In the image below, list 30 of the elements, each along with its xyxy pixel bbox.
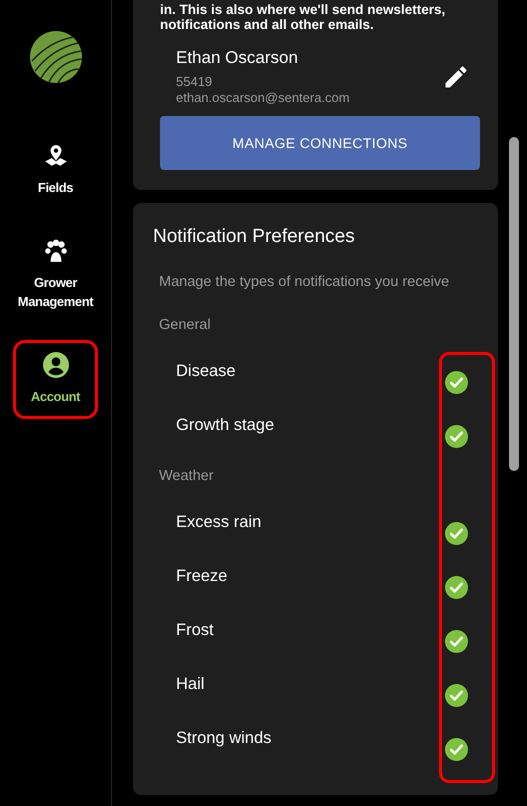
section-title: Notification Preferences (153, 225, 356, 248)
group-label: Weather (159, 468, 215, 486)
preference-label: Disease (176, 362, 236, 381)
preference-label: Hail (176, 675, 204, 694)
checkbox[interactable] (445, 738, 468, 761)
checkbox[interactable] (445, 425, 468, 448)
preference-label: Excess rain (176, 513, 262, 532)
group-label: General (159, 317, 212, 335)
preference-label: Growth stage (176, 416, 274, 435)
zip-code: 55419 (176, 74, 214, 90)
preference-label: Frost (176, 621, 214, 640)
user-name: Ethan Oscarson (176, 48, 299, 68)
nav-item[interactable]: Grower Management (13, 226, 98, 324)
scrollbar[interactable] (509, 137, 519, 471)
preference-label: Freeze (176, 567, 228, 586)
checkbox[interactable] (445, 522, 468, 545)
nav-item[interactable]: Fields (13, 131, 98, 210)
manage-connections-button[interactable]: MANAGE CONNECTIONS (160, 116, 480, 170)
description-text: Manage the types of notifications you receive (159, 274, 450, 290)
info-text: in. This is also where we'll send newsletters, notifications and all other emails. (160, 2, 446, 32)
group-icon (42, 238, 68, 264)
logo-icon (30, 31, 82, 83)
checkbox[interactable] (445, 576, 468, 599)
nav-item[interactable]: Account (13, 340, 98, 419)
preference-label: Strong winds (176, 729, 272, 748)
checkbox[interactable] (445, 630, 468, 653)
checkbox[interactable] (445, 371, 468, 394)
person-icon (42, 352, 68, 378)
checkbox[interactable] (445, 684, 468, 707)
email-address: ethan.oscarson@sentera.com (176, 90, 350, 106)
